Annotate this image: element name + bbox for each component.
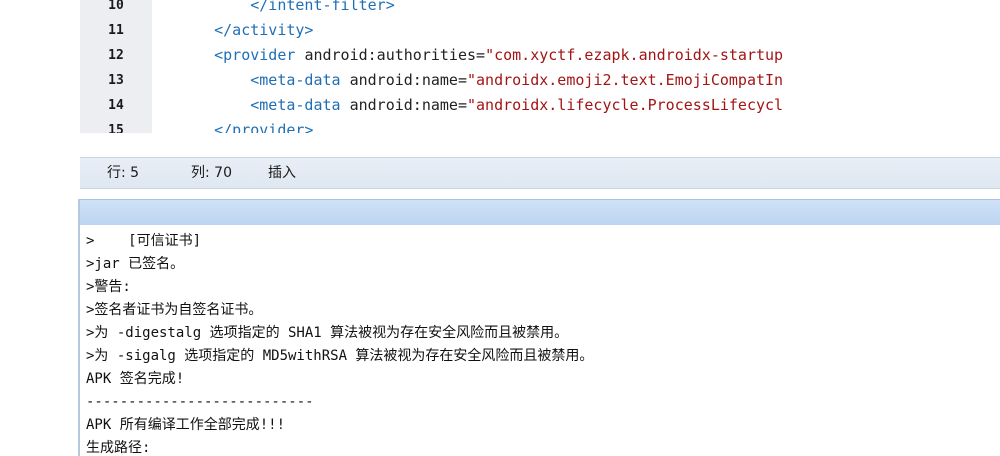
code-token-val: "androidx.lifecycle.ProcessLifecycl xyxy=(467,96,784,114)
editor-horizontal-scroll-area xyxy=(80,133,1000,278)
code-line[interactable]: 15 </provider> xyxy=(80,118,1000,133)
insert-mode-indicator[interactable]: 插入 xyxy=(268,158,296,188)
code-text: <meta-data android:name="androidx.emoji2… xyxy=(178,68,783,93)
code-token-attr: android:name= xyxy=(349,96,467,114)
console-line: APK 签名完成! xyxy=(86,371,185,387)
code-token-tag: <meta-data xyxy=(250,71,350,89)
code-token-tag: <meta-data xyxy=(250,96,350,114)
code-lines: 10 </intent-filter> 11 </activity> 12 <pro… xyxy=(80,0,1000,133)
code-token-tag: </provider> xyxy=(214,121,314,133)
code-line[interactable]: 14 <meta-data android:name="androidx.lif… xyxy=(80,93,1000,118)
output-console[interactable]: > [可信证书] >jar 已签名。 >警告: >签名者证书为自签名证书。 >为 -di… xyxy=(80,225,1000,456)
console-line: 生成路径: xyxy=(86,440,151,456)
console-line: >警告: xyxy=(86,279,131,295)
line-number: 12 xyxy=(108,48,124,63)
code-token-attr: android:authorities= xyxy=(304,46,486,64)
console-line: >为 -digestalg 选项指定的 SHA1 算法被视为存在安全风险而且被禁… xyxy=(86,325,569,341)
code-text: <provider android:authorities="com.xyctf… xyxy=(178,43,783,68)
code-line[interactable]: 12 <provider android:authorities="com.xy… xyxy=(80,43,1000,68)
cursor-row-indicator: 行: 5 xyxy=(107,165,140,181)
code-line[interactable]: 11 </activity> xyxy=(80,18,1000,43)
code-token-tag: <provider xyxy=(214,46,305,64)
app-window: 10 </intent-filter> 11 </activity> 12 <pro… xyxy=(0,0,1000,456)
status-bar: 行: 5 列: 70 插入 xyxy=(80,157,1000,189)
code-token-tag: </activity> xyxy=(214,21,314,39)
line-number: 14 xyxy=(108,98,124,113)
code-editor[interactable]: 10 </intent-filter> 11 </activity> 12 <pro… xyxy=(80,0,1000,133)
code-line[interactable]: 13 <meta-data android:name="androidx.emo… xyxy=(80,68,1000,93)
console-line: APK 所有编译工作全部完成!!! xyxy=(86,417,286,433)
code-text: <meta-data android:name="androidx.lifecy… xyxy=(178,93,783,118)
output-panel-header xyxy=(80,199,1000,226)
console-line: >jar 已签名。 xyxy=(86,256,185,272)
console-line: --------------------------- xyxy=(86,394,314,410)
code-token-val: "com.xyctf.ezapk.androidx-startup xyxy=(485,46,784,64)
code-token-attr: android:name= xyxy=(349,71,467,89)
code-token-tag: </intent-filter> xyxy=(250,0,395,14)
line-number: 15 xyxy=(108,123,124,133)
code-token-val: "androidx.emoji2.text.EmojiCompatIn xyxy=(467,71,784,89)
line-number: 11 xyxy=(108,23,124,38)
line-number: 13 xyxy=(108,73,124,88)
line-number: 10 xyxy=(108,0,124,13)
console-line: >为 -sigalg 选项指定的 MD5withRSA 算法被视为存在安全风险而… xyxy=(86,348,594,364)
console-line: >签名者证书为自签名证书。 xyxy=(86,302,263,318)
code-line[interactable]: 10 </intent-filter> xyxy=(80,0,1000,18)
code-text: </intent-filter> xyxy=(178,0,395,18)
code-text: </activity> xyxy=(178,18,313,43)
console-line: > [可信证书] xyxy=(86,233,202,249)
code-text: </provider> xyxy=(178,118,313,133)
cursor-column-indicator: 列: 70 xyxy=(191,165,232,181)
